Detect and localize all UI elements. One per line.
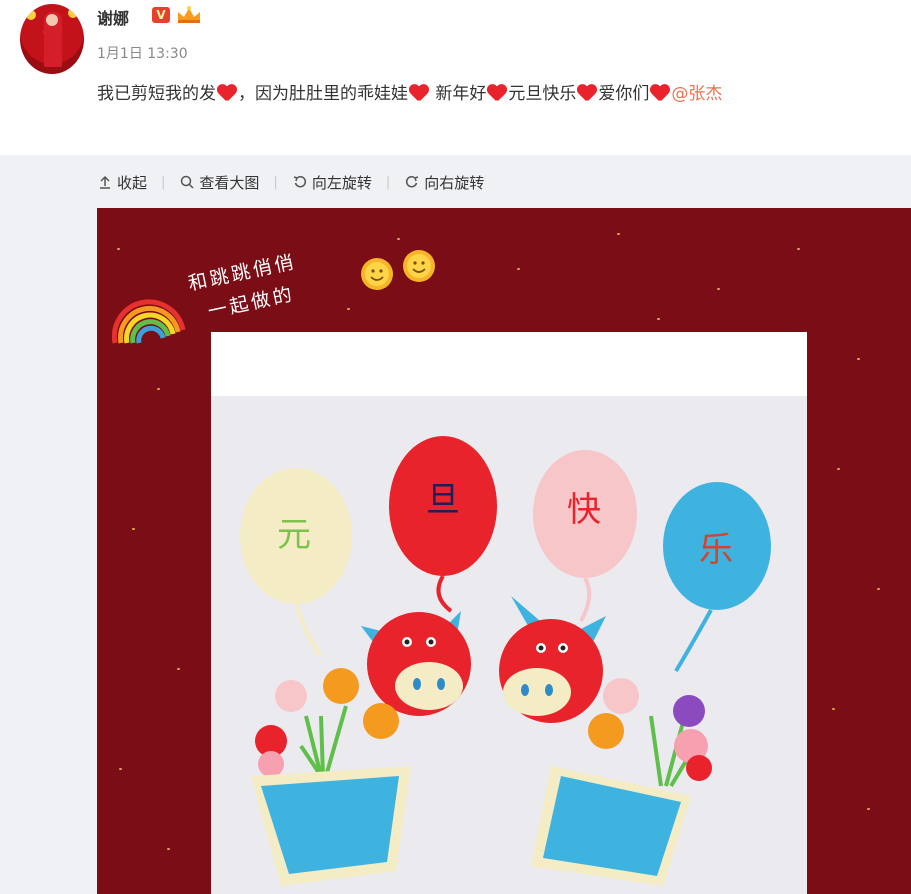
gold-speck: [347, 308, 350, 310]
sun-emoji-icon: [361, 258, 393, 290]
rainbow-sticker: [111, 299, 186, 344]
gold-speck: [167, 848, 170, 850]
gold-speck: [617, 233, 620, 235]
post-text-1: 我已剪短我的发: [97, 84, 216, 104]
gold-speck: [177, 668, 180, 670]
gold-speck: [867, 808, 870, 810]
collapse-button[interactable]: 收起: [97, 172, 147, 193]
gold-speck: [117, 248, 120, 250]
post-text-5: 爱你们: [598, 84, 650, 104]
heart-icon: [487, 85, 507, 101]
post-time[interactable]: 1月1日 13:30: [97, 43, 188, 63]
rotate-right-label: 向右旋转: [424, 173, 485, 192]
collapse-label: 收起: [117, 173, 148, 192]
heart-icon: [409, 85, 429, 101]
gold-speck: [832, 708, 835, 710]
gold-speck: [397, 238, 400, 240]
rotate-left-button[interactable]: 向左旋转: [292, 172, 372, 193]
post-text-2: ，因为肚肚里的乖娃娃: [238, 84, 408, 104]
balloon-text-3: 快: [567, 490, 601, 530]
post-content: 我已剪短我的发 ，因为肚肚里的乖娃娃 新年好 元旦快乐 爱你们 @张杰: [97, 78, 907, 111]
balloon-text-1: 元: [277, 515, 311, 555]
gold-speck: [517, 268, 520, 270]
gold-speck: [657, 318, 660, 320]
toolbar-divider: |: [161, 174, 166, 190]
avatar-face: [46, 14, 58, 26]
post-text-3: 新年好: [430, 84, 487, 104]
gold-speck: [132, 528, 135, 530]
rotate-right-icon: [406, 175, 419, 188]
gold-speck: [157, 388, 160, 390]
gold-speck: [119, 768, 122, 770]
post-text-4: 元旦快乐: [508, 84, 577, 104]
gold-speck: [857, 358, 860, 360]
collapse-arrow-icon: [100, 175, 110, 189]
heart-icon: [650, 85, 670, 101]
mention-link[interactable]: @张杰: [671, 84, 722, 104]
view-large-button[interactable]: 查看大图: [179, 172, 259, 193]
toolbar-divider: |: [273, 174, 278, 190]
post-photo[interactable]: 和跳跳俏俏 一起做的 元 旦 快 乐: [97, 208, 911, 894]
avatar[interactable]: [20, 4, 84, 74]
avatar-flower: [26, 10, 36, 20]
member-crown-icon[interactable]: [175, 5, 203, 25]
heart-icon: [577, 85, 597, 101]
view-large-label: 查看大图: [199, 173, 260, 192]
sun-emoji-icon: [403, 250, 435, 282]
search-icon: [181, 175, 194, 189]
photo-white-strip: [211, 332, 807, 396]
gold-speck: [877, 588, 880, 590]
user-name[interactable]: 谢娜: [97, 5, 129, 29]
rotate-left-label: 向左旋转: [311, 173, 372, 192]
media-toolbar: 收起 | 查看大图 | 向左旋转 | 向右旋转: [97, 168, 484, 196]
verified-badge-icon[interactable]: V: [152, 7, 170, 23]
avatar-flower: [68, 8, 78, 18]
gold-speck: [837, 468, 840, 470]
balloon-text-4: 乐: [699, 530, 733, 570]
gold-speck: [797, 248, 800, 250]
balloon-text-2: 旦: [426, 480, 460, 520]
toolbar-divider: |: [385, 174, 391, 190]
rotate-right-button[interactable]: 向右旋转: [404, 172, 484, 193]
craft-photo: 元 旦 快 乐: [211, 332, 807, 894]
heart-icon: [217, 85, 237, 101]
gold-speck: [717, 288, 720, 290]
rotate-left-icon: [293, 175, 306, 188]
craft-artwork: [240, 436, 771, 886]
